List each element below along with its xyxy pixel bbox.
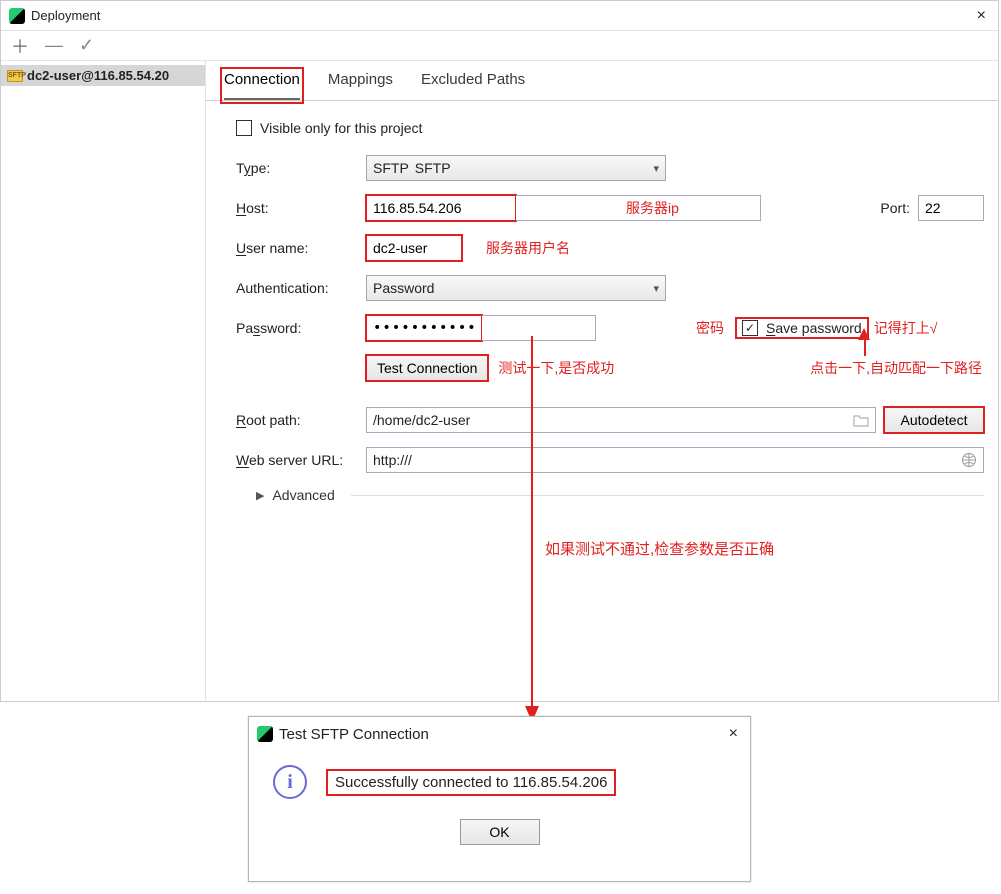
save-password-label: Save password bbox=[766, 320, 862, 336]
type-row: Type: SFTP SFTP ▾ bbox=[236, 155, 984, 181]
window-title: Deployment bbox=[31, 8, 973, 23]
type-label: Type: bbox=[236, 160, 366, 176]
connection-form: Visible only for this project Type: SFTP… bbox=[206, 101, 998, 503]
savepass-annotation: 记得打上√ bbox=[874, 318, 938, 338]
username-annotation: 服务器用户名 bbox=[486, 238, 570, 258]
auth-select[interactable]: Password ▾ bbox=[366, 275, 666, 301]
dialog-message: Successfully connected to 116.85.54.206 bbox=[327, 770, 615, 795]
chevron-down-icon: ▾ bbox=[653, 162, 659, 175]
visible-only-checkbox[interactable] bbox=[236, 120, 252, 136]
folder-icon[interactable] bbox=[853, 413, 869, 427]
tab-mappings[interactable]: Mappings bbox=[328, 71, 393, 100]
pycharm-icon bbox=[257, 726, 273, 742]
root-path-row: Root path: /home/dc2-user Autodetect bbox=[236, 407, 984, 433]
server-list-item-label: dc2-user@116.85.54.20 bbox=[27, 68, 169, 83]
advanced-label: Advanced bbox=[272, 487, 334, 503]
web-url-row: Web server URL: http:/// bbox=[236, 447, 984, 473]
remove-server-button[interactable]: — bbox=[45, 35, 63, 56]
pycharm-icon bbox=[9, 8, 25, 24]
test-row: Test Connection 测试一下,是否成功 点击一下,自动匹配一下路径 bbox=[236, 355, 984, 381]
globe-icon[interactable] bbox=[961, 452, 977, 468]
triangle-right-icon: ▶ bbox=[256, 489, 264, 502]
visible-only-row: Visible only for this project bbox=[236, 115, 984, 141]
password-label: Password: bbox=[236, 320, 366, 336]
web-url-input[interactable]: http:/// bbox=[366, 447, 984, 473]
server-list: SFTP dc2-user@116.85.54.20 bbox=[1, 61, 206, 701]
info-icon: i bbox=[273, 765, 307, 799]
annotation-arrow-line bbox=[531, 336, 533, 708]
advanced-section[interactable]: ▶ Advanced bbox=[256, 487, 984, 503]
dialog-close-button[interactable]: × bbox=[725, 725, 742, 743]
type-select[interactable]: SFTP SFTP ▾ bbox=[366, 155, 666, 181]
web-url-label: Web server URL: bbox=[236, 452, 366, 468]
tab-connection[interactable]: Connection bbox=[224, 71, 300, 100]
visible-only-label: Visible only for this project bbox=[260, 120, 422, 136]
sftp-server-icon: SFTP bbox=[7, 70, 23, 82]
dialog-body: i Successfully connected to 116.85.54.20… bbox=[249, 751, 750, 807]
autodetect-annotation: 点击一下,自动匹配一下路径 bbox=[810, 358, 982, 378]
root-path-value: /home/dc2-user bbox=[373, 412, 470, 428]
save-password-checkbox[interactable]: ✓ bbox=[742, 320, 758, 336]
root-path-label: Root path: bbox=[236, 412, 366, 428]
chevron-down-icon: ▾ bbox=[653, 282, 659, 295]
mid-annotation: 如果测试不通过,检查参数是否正确 bbox=[545, 538, 774, 559]
auth-value: Password bbox=[373, 280, 434, 296]
host-input[interactable] bbox=[366, 195, 516, 221]
root-path-input[interactable]: /home/dc2-user bbox=[366, 407, 876, 433]
host-annotation: 服务器ip bbox=[626, 198, 679, 218]
host-row: Host: 服务器ip Port: bbox=[236, 195, 984, 221]
deployment-window: Deployment × ＋ — ✓ SFTP dc2-user@116.85.… bbox=[0, 0, 999, 702]
sftp-type-icon: SFTP bbox=[373, 160, 409, 176]
type-value: SFTP bbox=[415, 160, 451, 176]
tabs: Connection Mappings Excluded Paths bbox=[206, 61, 998, 101]
window-titlebar: Deployment × bbox=[1, 1, 998, 31]
password-annotation: 密码 bbox=[696, 318, 724, 338]
username-input[interactable] bbox=[366, 235, 462, 261]
dialog-ok-button[interactable]: OK bbox=[460, 819, 540, 845]
test-connection-dialog: Test SFTP Connection × i Successfully co… bbox=[248, 716, 751, 882]
username-label: User name: bbox=[236, 240, 366, 256]
test-annotation: 测试一下,是否成功 bbox=[498, 358, 614, 378]
autodetect-arrow-head bbox=[858, 328, 870, 340]
window-close-button[interactable]: × bbox=[973, 7, 990, 25]
password-input-ext[interactable] bbox=[482, 315, 596, 341]
dialog-footer: OK bbox=[249, 807, 750, 845]
port-label: Port: bbox=[880, 200, 910, 216]
autodetect-arrow-line bbox=[864, 338, 866, 356]
autodetect-button[interactable]: Autodetect bbox=[884, 407, 984, 433]
add-server-button[interactable]: ＋ bbox=[11, 33, 29, 59]
auth-row: Authentication: Password ▾ bbox=[236, 275, 984, 301]
server-list-item[interactable]: SFTP dc2-user@116.85.54.20 bbox=[1, 65, 205, 86]
host-label: Host: bbox=[236, 200, 366, 216]
server-toolbar: ＋ — ✓ bbox=[1, 31, 998, 61]
password-input[interactable] bbox=[366, 315, 482, 341]
dialog-titlebar: Test SFTP Connection × bbox=[249, 717, 750, 751]
auth-label: Authentication: bbox=[236, 280, 366, 296]
main-pane: Connection Mappings Excluded Paths Visib… bbox=[206, 61, 998, 701]
password-row: Password: 密码 ✓ Save password 记得打上√ bbox=[236, 315, 984, 341]
port-input[interactable] bbox=[918, 195, 984, 221]
tab-excluded-paths[interactable]: Excluded Paths bbox=[421, 71, 525, 100]
dialog-title: Test SFTP Connection bbox=[279, 726, 725, 743]
content-wrap: SFTP dc2-user@116.85.54.20 Connection Ma… bbox=[1, 61, 998, 701]
username-row: User name: 服务器用户名 bbox=[236, 235, 984, 261]
mark-default-button[interactable]: ✓ bbox=[79, 35, 94, 56]
web-url-value: http:/// bbox=[373, 452, 412, 468]
test-connection-button[interactable]: Test Connection bbox=[366, 355, 488, 381]
